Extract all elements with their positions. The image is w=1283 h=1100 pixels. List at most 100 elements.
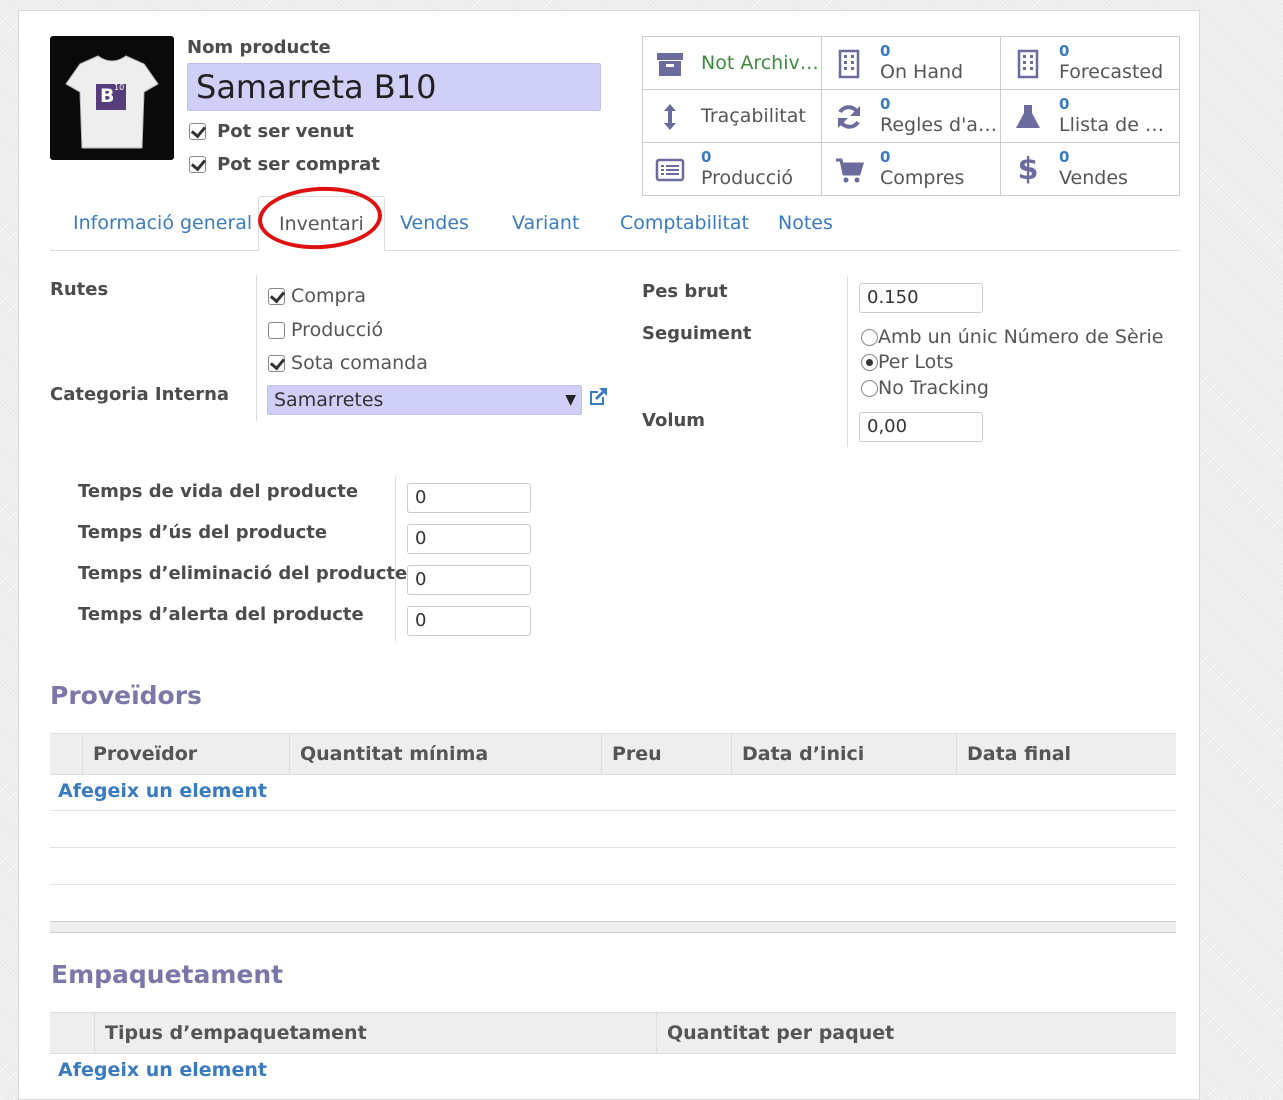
tracking-option-serial[interactable]: Amb un únic Número de Sèrie — [861, 326, 1163, 348]
smart-button-purchases[interactable]: 0 Compres — [822, 143, 1001, 195]
smart-button-label: Compres — [880, 167, 965, 189]
route-manufacture-checkbox[interactable] — [268, 322, 285, 339]
life-time-input[interactable]: 0 — [407, 483, 531, 513]
tab-general-info[interactable]: Informació general — [73, 196, 252, 251]
volume-input[interactable]: 0,00 — [859, 412, 983, 442]
route-mto[interactable]: Sota comanda — [268, 352, 428, 374]
alert-time-input[interactable]: 0 — [407, 606, 531, 636]
list-icon — [655, 158, 685, 182]
table-row — [50, 884, 1176, 885]
smart-button-label: Llista de mat... — [1059, 114, 1177, 136]
smart-button-label: Producció — [701, 167, 794, 189]
column-min-qty[interactable]: Quantitat mínima — [289, 734, 488, 774]
smart-button-on-hand[interactable]: 0 On Hand — [822, 37, 1001, 90]
removal-time-label: Temps d’eliminació del producte — [78, 563, 408, 584]
vendors-table-header: Proveïdor Quantitat mínima Preu Data d’i… — [50, 733, 1176, 775]
refresh-icon — [838, 105, 860, 129]
smart-button-count: 0 — [880, 95, 891, 113]
image-badge-number: 10 — [114, 83, 125, 92]
caret-down-icon: ▼ — [565, 392, 576, 408]
can-be-purchased-label: Pot ser comprat — [217, 154, 380, 175]
tab-notes[interactable]: Notes — [778, 196, 833, 251]
smart-button-traceability[interactable]: Traçabilitat — [643, 90, 822, 143]
product-image[interactable]: B 10 — [50, 36, 174, 160]
packaging-section-title: Empaquetament — [51, 960, 284, 989]
divider — [847, 277, 848, 447]
smart-button-label: Regles d'aba... — [880, 114, 998, 136]
can-be-purchased-checkbox[interactable] — [189, 156, 206, 173]
external-link-icon[interactable] — [586, 385, 610, 409]
route-manufacture[interactable]: Producció — [268, 319, 383, 341]
use-time-label: Temps d’ús del producte — [78, 522, 328, 543]
column-qty-per-package[interactable]: Quantitat per paquet — [656, 1013, 1156, 1053]
tracking-lots-label: Per Lots — [878, 351, 954, 373]
smart-button-reorder-rules[interactable]: 0 Regles d'aba... — [822, 90, 1001, 143]
flask-icon — [1016, 105, 1040, 128]
building-icon — [1017, 49, 1039, 79]
packaging-add-line-link[interactable]: Afegeix un element — [58, 1059, 267, 1081]
route-purchase-label: Compra — [291, 285, 366, 307]
smart-button-label: Not Archived — [701, 52, 819, 74]
alert-time-label: Temps d’alerta del producte — [78, 604, 364, 625]
volume-label: Volum — [642, 410, 706, 431]
tracking-option-none[interactable]: No Tracking — [861, 377, 989, 399]
tracking-option-lots[interactable]: Per Lots — [861, 351, 954, 373]
packaging-table-header: Tipus d’empaquetament Quantitat per paqu… — [50, 1012, 1176, 1054]
smart-button-count: 0 — [880, 148, 891, 166]
smart-button-count: 0 — [1059, 95, 1070, 113]
gross-weight-label: Pes brut — [642, 281, 728, 302]
tracking-serial-radio[interactable] — [861, 329, 878, 346]
life-time-label: Temps de vida del producte — [78, 481, 359, 502]
product-name-input[interactable]: Samarreta B10 — [187, 63, 601, 111]
removal-time-input[interactable]: 0 — [407, 565, 531, 595]
smart-button-label: On Hand — [880, 61, 964, 83]
smart-button-label: Traçabilitat — [701, 105, 806, 127]
smart-button-count: 0 — [1059, 148, 1070, 166]
tab-accounting[interactable]: Comptabilitat — [620, 196, 749, 251]
smart-button-production[interactable]: 0 Producció — [643, 143, 822, 195]
building-icon — [838, 49, 860, 79]
can-be-sold-row[interactable]: Pot ser venut — [189, 121, 354, 142]
divider — [395, 477, 396, 641]
smart-button-bom[interactable]: 0 Llista de mat... — [1001, 90, 1179, 143]
tracking-label: Seguiment — [642, 323, 752, 344]
column-packaging-type[interactable]: Tipus d’empaquetament — [94, 1013, 367, 1053]
column-end-date[interactable]: Data final — [956, 734, 1156, 774]
form-sheet: B 10 Nom producte Samarreta B10 Pot ser … — [18, 10, 1200, 1100]
gross-weight-input[interactable]: 0.150 — [859, 283, 983, 313]
smart-button-count: 0 — [880, 42, 891, 60]
tab-variant[interactable]: Variant — [512, 196, 579, 251]
notebook-tabs: Informació general Inventari Vendes Vari… — [50, 196, 1180, 251]
internal-category-label: Categoria Interna — [50, 384, 230, 405]
route-manufacture-label: Producció — [291, 319, 384, 341]
column-price[interactable]: Preu — [601, 734, 662, 774]
image-badge-letter: B — [100, 85, 115, 107]
column-start-date[interactable]: Data d’inici — [731, 734, 864, 774]
table-row — [50, 810, 1176, 811]
smart-button-label: Vendes — [1059, 167, 1128, 189]
smart-button-forecasted[interactable]: 0 Forecasted — [1001, 37, 1179, 90]
can-be-sold-checkbox[interactable] — [189, 123, 206, 140]
smart-buttons: Not Archived 0 On Hand 0 Forecasted Traç… — [642, 36, 1180, 196]
use-time-input[interactable]: 0 — [407, 524, 531, 554]
routes-label: Rutes — [50, 279, 109, 300]
route-mto-checkbox[interactable] — [268, 355, 285, 372]
route-purchase[interactable]: Compra — [268, 285, 366, 307]
tab-sales[interactable]: Vendes — [400, 196, 469, 251]
can-be-purchased-row[interactable]: Pot ser comprat — [189, 154, 380, 175]
smart-button-label: Forecasted — [1059, 61, 1164, 83]
can-be-sold-label: Pot ser venut — [217, 121, 354, 142]
tracking-lots-radio[interactable] — [861, 354, 878, 371]
route-purchase-checkbox[interactable] — [268, 288, 285, 305]
smart-button-archive[interactable]: Not Archived — [643, 37, 822, 90]
smart-button-sales[interactable]: $ 0 Vendes — [1001, 143, 1179, 195]
internal-category-value: Samarretes — [274, 389, 384, 411]
tracking-none-radio[interactable] — [861, 380, 878, 397]
arrows-vertical-icon — [664, 104, 676, 130]
archive-icon — [657, 53, 683, 76]
divider — [256, 275, 257, 421]
vendors-add-line-link[interactable]: Afegeix un element — [58, 780, 267, 802]
vendors-section-title: Proveïdors — [50, 681, 202, 710]
column-vendor[interactable]: Proveïdor — [82, 734, 197, 774]
internal-category-select[interactable]: Samarretes ▼ — [267, 385, 582, 415]
